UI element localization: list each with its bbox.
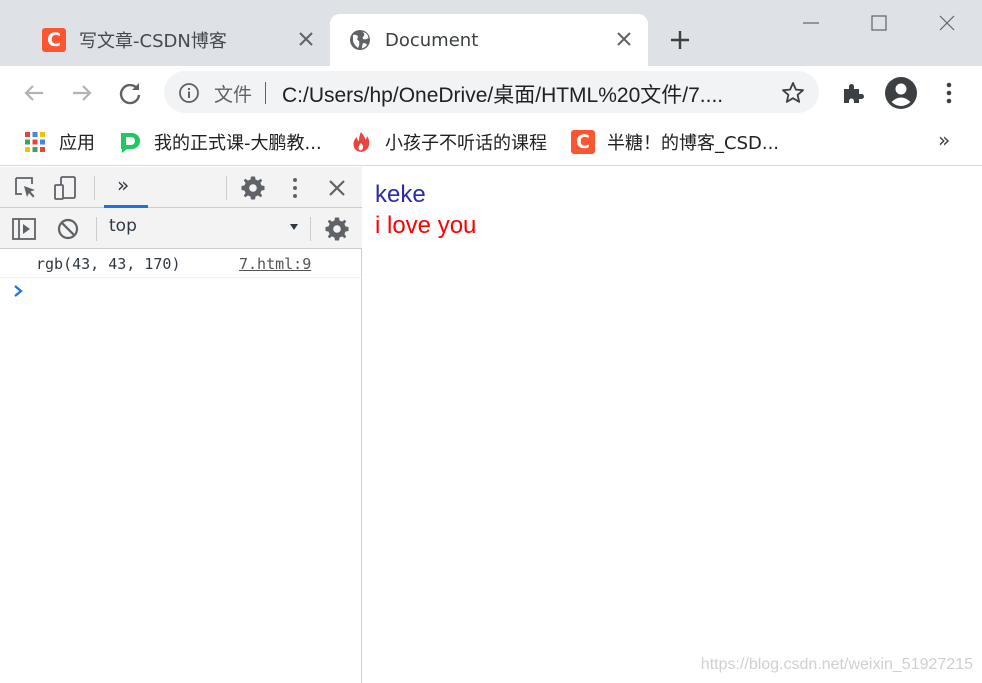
bookmark-label: 我的正式课-大鹏教... <box>154 133 322 154</box>
globe-icon <box>350 30 370 50</box>
console-prompt-chevron-icon[interactable] <box>12 283 26 299</box>
dapeng-icon <box>121 133 140 153</box>
more-menu-icon[interactable] <box>934 78 964 108</box>
devtools-more-tabs-button[interactable]: » <box>104 167 148 208</box>
more-tabs-label: » <box>117 173 130 197</box>
console-message: rgb(43, 43, 170) 7.html:9 <box>0 250 362 278</box>
bookmark-kids-course[interactable]: 小孩子不听话的课程 <box>349 129 547 155</box>
csdn-logo: C <box>571 130 595 154</box>
maximize-icon[interactable] <box>864 10 894 36</box>
page-viewport: keke i love you https://blog.csdn.net/we… <box>363 167 982 683</box>
devtools-close-icon[interactable] <box>324 175 350 201</box>
js-context-selector[interactable]: top <box>109 216 137 236</box>
site-info-label[interactable]: 文件 <box>214 80 252 107</box>
toolbar-divider <box>226 176 227 200</box>
console-source-link[interactable]: 7.html:9 <box>239 255 311 273</box>
console-toolbar: top <box>0 208 362 249</box>
apps-grid-icon <box>25 132 45 152</box>
close-icon[interactable] <box>296 29 316 49</box>
back-arrow-icon[interactable] <box>19 78 49 108</box>
tab-csdn-editor[interactable]: C 写文章-CSDN博客 <box>12 14 330 66</box>
address-bar[interactable]: 文件 C:/Users/hp/OneDrive/桌面/HTML%20文件/7..… <box>164 71 819 113</box>
tab-title: 写文章-CSDN博客 <box>79 31 227 52</box>
bookmark-bantang-blog[interactable]: C 半糖！的博客_CSD... <box>571 129 779 155</box>
csdn-logo: C <box>42 28 66 52</box>
bookmark-label: 半糖！的博客_CSD... <box>607 133 780 154</box>
csdn-watermark: https://blog.csdn.net/weixin_51927215 <box>700 656 973 673</box>
tab-document[interactable]: Document <box>330 14 648 66</box>
devtools-main-toolbar: » <box>0 167 362 208</box>
browser-toolbar: 文件 C:/Users/hp/OneDrive/桌面/HTML%20文件/7..… <box>0 66 982 120</box>
toolbar-divider <box>96 217 97 241</box>
devtools-menu-icon[interactable] <box>282 175 308 201</box>
bookmarks-overflow-button[interactable]: » <box>938 128 950 152</box>
info-icon[interactable] <box>178 82 200 104</box>
console-message-text: rgb(43, 43, 170) <box>36 255 181 273</box>
tab-title: Document <box>385 29 479 51</box>
bookmark-star-icon[interactable] <box>780 80 806 106</box>
text-i-love-you: i love you <box>375 212 477 239</box>
bookmark-apps[interactable]: 应用 <box>23 129 95 155</box>
bookmark-dapeng[interactable]: 我的正式课-大鹏教... <box>118 129 322 155</box>
device-toolbar-icon[interactable] <box>53 175 79 201</box>
profile-avatar-icon[interactable] <box>884 76 918 110</box>
settings-gear-icon[interactable] <box>240 175 266 201</box>
close-icon[interactable] <box>614 29 634 49</box>
bookmark-label: 应用 <box>59 133 95 154</box>
toolbar-divider <box>310 217 311 241</box>
bookmarks-bar: 应用 我的正式课-大鹏教... 小孩子不听话的课程 C 半糖！的博客_CSD..… <box>0 120 982 166</box>
minimize-icon[interactable] <box>796 10 826 36</box>
show-console-sidebar-icon[interactable] <box>11 216 37 242</box>
devtools-panel: » top rgb(43, 43, 170) 7.html:9 <box>0 167 362 683</box>
clear-console-icon[interactable] <box>55 216 81 242</box>
url-text[interactable]: C:/Users/hp/OneDrive/桌面/HTML%20文件/7.... <box>282 79 760 109</box>
flame-icon <box>353 132 370 152</box>
dropdown-arrow-icon[interactable] <box>289 220 299 234</box>
reload-icon[interactable] <box>115 78 145 108</box>
forward-arrow-icon[interactable] <box>67 78 97 108</box>
window-close-icon[interactable] <box>932 10 962 36</box>
toolbar-divider <box>94 176 95 200</box>
bookmark-label: 小孩子不听话的课程 <box>385 133 547 154</box>
inspect-element-icon[interactable] <box>13 175 39 201</box>
tab-strip: C 写文章-CSDN博客 Document <box>0 0 982 66</box>
address-separator <box>265 82 266 104</box>
console-settings-gear-icon[interactable] <box>324 216 350 242</box>
new-tab-plus-icon[interactable] <box>666 26 694 54</box>
extensions-puzzle-icon[interactable] <box>838 78 868 108</box>
text-keke: keke <box>375 181 426 208</box>
